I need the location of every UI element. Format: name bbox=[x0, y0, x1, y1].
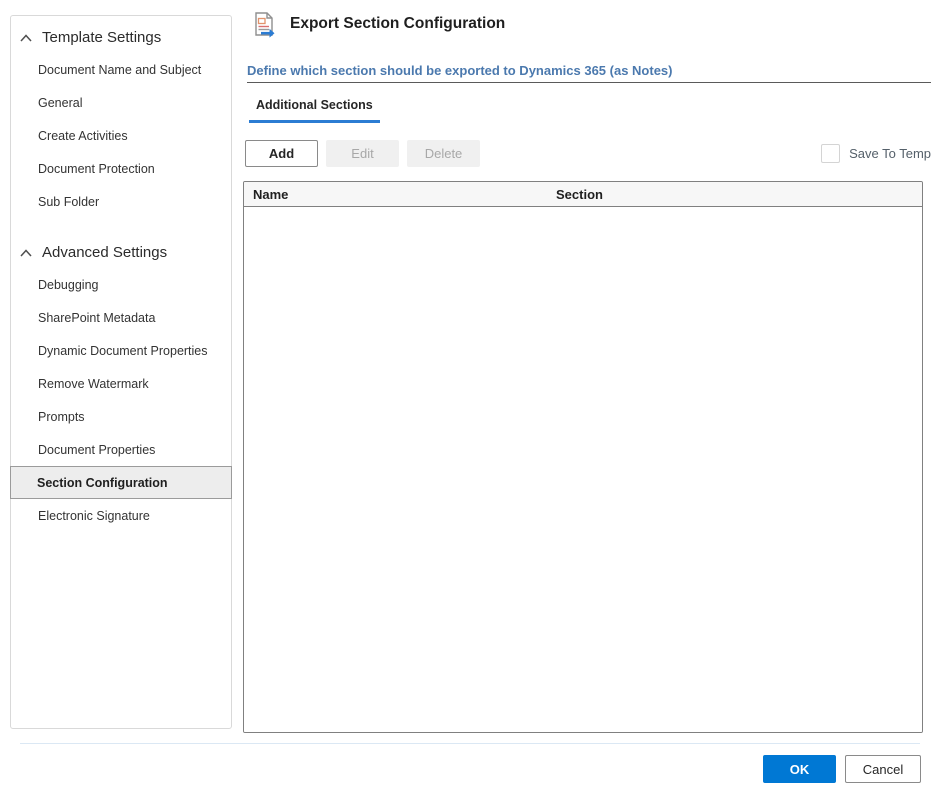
save-to-temp-checkbox[interactable] bbox=[821, 144, 841, 163]
description-divider bbox=[247, 82, 931, 83]
chevron-up-icon bbox=[19, 248, 33, 258]
nav-section-title: Advanced Settings bbox=[42, 244, 168, 261]
column-header-section[interactable]: Section bbox=[556, 187, 922, 202]
save-to-temp-label: Save To Temp bbox=[849, 146, 931, 161]
sidebar-item-sub-folder[interactable]: Sub Folder bbox=[11, 185, 231, 218]
sidebar-item-document-name-and-subject[interactable]: Document Name and Subject bbox=[11, 53, 231, 86]
sidebar-item-remove-watermark[interactable]: Remove Watermark bbox=[11, 367, 231, 400]
page-header: Export Section Configuration bbox=[243, 10, 505, 38]
sidebar-item-general[interactable]: General bbox=[11, 86, 231, 119]
nav-section-title: Template Settings bbox=[42, 29, 162, 46]
tab-bar: Additional Sections bbox=[249, 98, 380, 123]
sidebar-item-prompts[interactable]: Prompts bbox=[11, 400, 231, 433]
description-link: Define which section should be exported … bbox=[247, 63, 673, 78]
tab-additional-sections[interactable]: Additional Sections bbox=[249, 98, 380, 123]
ok-button[interactable]: OK bbox=[763, 755, 836, 783]
footer-divider bbox=[20, 743, 920, 744]
save-to-temp-control: Save To Temp bbox=[821, 144, 931, 163]
main-panel: Export Section Configuration Define whic… bbox=[243, 0, 931, 740]
toolbar: Add Edit Delete Save To Temp bbox=[245, 140, 931, 167]
sidebar-item-document-properties[interactable]: Document Properties bbox=[11, 433, 231, 466]
add-button[interactable]: Add bbox=[245, 140, 318, 167]
edit-button[interactable]: Edit bbox=[326, 140, 399, 167]
nav-section-header[interactable]: Template Settings bbox=[11, 17, 231, 53]
sidebar-item-section-configuration[interactable]: Section Configuration bbox=[10, 466, 232, 499]
sidebar-item-sharepoint-metadata[interactable]: SharePoint Metadata bbox=[11, 301, 231, 334]
sections-table: Name Section bbox=[243, 181, 923, 733]
table-header-row: Name Section bbox=[244, 182, 922, 207]
cancel-button[interactable]: Cancel bbox=[845, 755, 921, 783]
sidebar-item-create-activities[interactable]: Create Activities bbox=[11, 119, 231, 152]
export-document-icon bbox=[255, 12, 275, 38]
sidebar-item-debugging[interactable]: Debugging bbox=[11, 268, 231, 301]
chevron-up-icon bbox=[19, 33, 33, 43]
sidebar: Template Settings Document Name and Subje… bbox=[10, 15, 232, 729]
sidebar-item-electronic-signature[interactable]: Electronic Signature bbox=[11, 499, 231, 532]
delete-button[interactable]: Delete bbox=[407, 140, 480, 167]
settings-window: Template Settings Document Name and Subje… bbox=[0, 0, 936, 792]
nav-section-header[interactable]: Advanced Settings bbox=[11, 232, 231, 268]
sidebar-item-document-protection[interactable]: Document Protection bbox=[11, 152, 231, 185]
sidebar-item-dynamic-document-properties[interactable]: Dynamic Document Properties bbox=[11, 334, 231, 367]
table-body[interactable] bbox=[244, 207, 922, 732]
page-title: Export Section Configuration bbox=[290, 15, 506, 32]
column-header-name[interactable]: Name bbox=[244, 187, 556, 202]
